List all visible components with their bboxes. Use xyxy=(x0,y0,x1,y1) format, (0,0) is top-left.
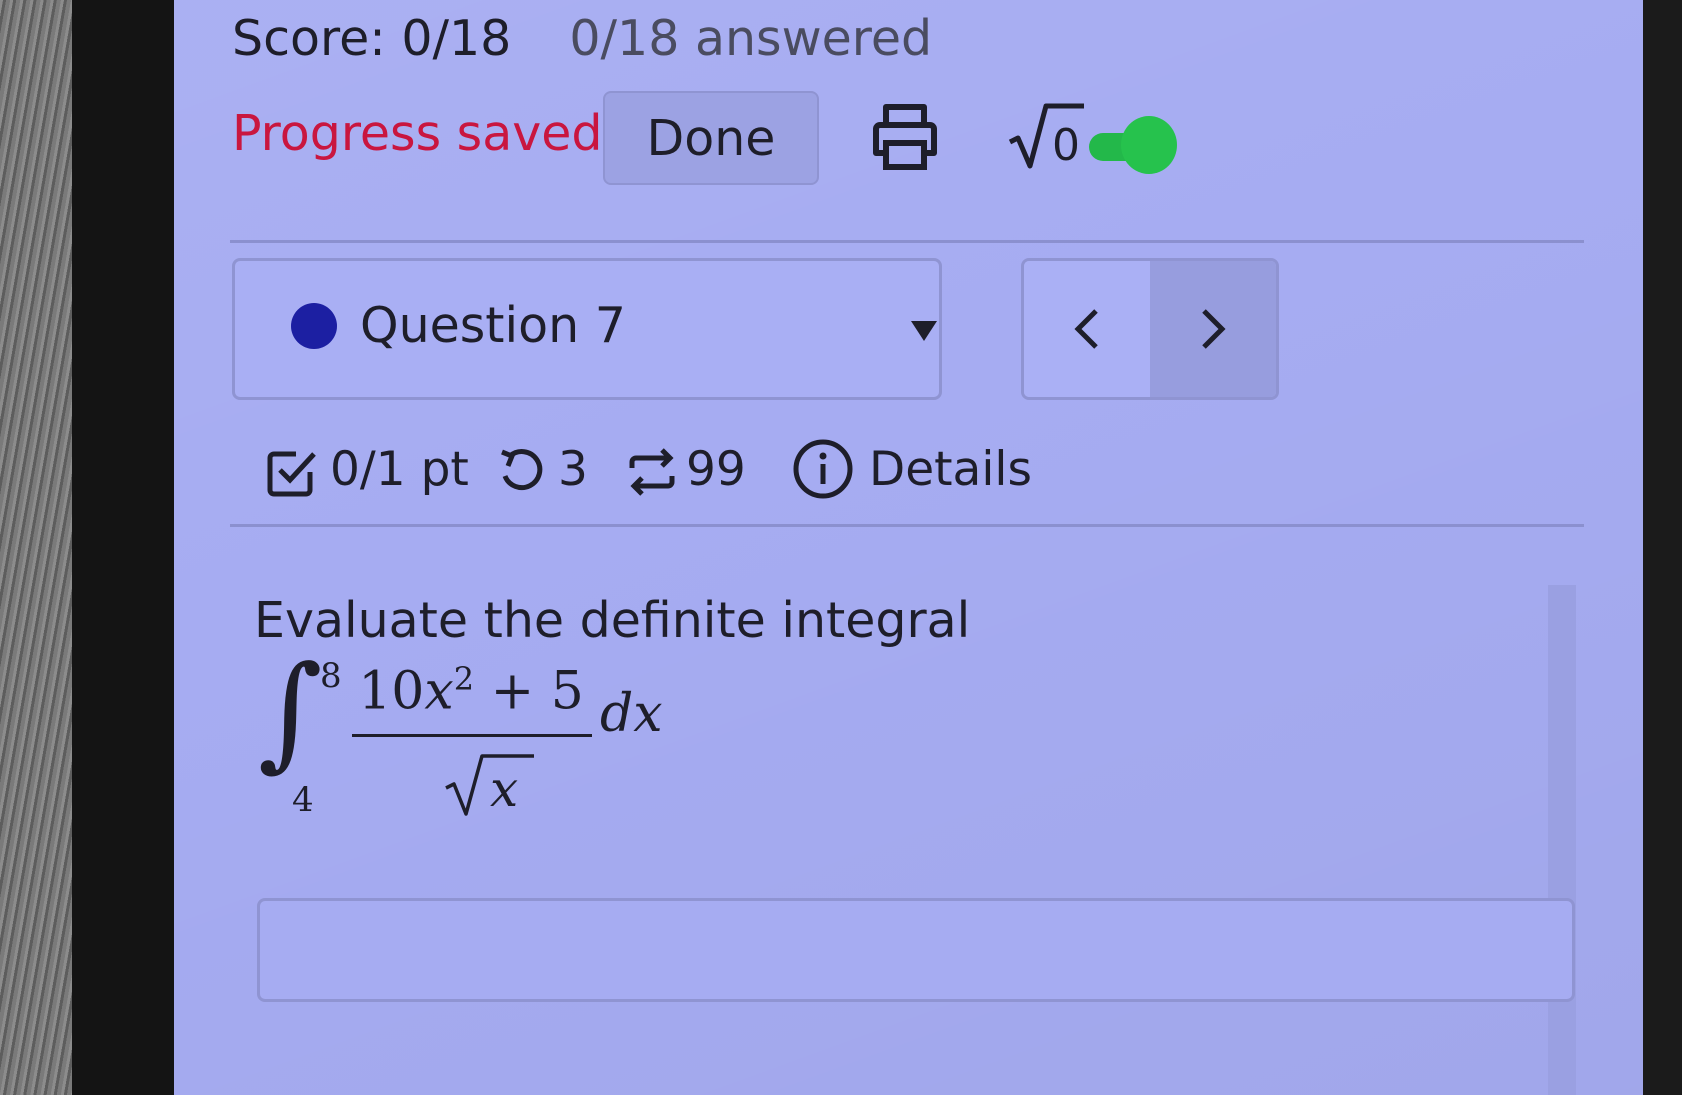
next-question-button[interactable] xyxy=(1150,261,1276,397)
desk-surface xyxy=(0,0,72,1095)
lower-limit: 4 xyxy=(292,780,314,820)
numerator: 10x2 + 5 xyxy=(358,660,584,722)
done-button[interactable]: Done xyxy=(603,91,819,185)
square-root-icon: 0 xyxy=(1008,103,1084,171)
attempts-count: 3 xyxy=(558,442,588,497)
screen: Score: 0/18 0/18 answered Progress saved … xyxy=(174,0,1643,1095)
meta-divider xyxy=(230,524,1584,527)
question-label: Question 7 xyxy=(360,297,626,354)
repeat-icon xyxy=(629,448,675,496)
retry-icon xyxy=(501,449,543,491)
progress-status: Progress saved xyxy=(232,105,603,162)
versions-count: 99 xyxy=(686,442,746,497)
integral-expression: ∫ 8 4 10x2 + 5 x dx xyxy=(258,650,878,835)
chevron-right-icon xyxy=(1202,309,1226,349)
math-input-toggle[interactable] xyxy=(1089,116,1177,174)
caret-down-icon xyxy=(911,321,937,341)
monitor-bezel-left xyxy=(72,0,174,1095)
differential: dx xyxy=(600,684,663,744)
question-selector[interactable]: Question 7 xyxy=(232,258,942,400)
fraction-bar xyxy=(352,734,592,737)
svg-text:0: 0 xyxy=(1052,120,1080,171)
answer-input[interactable] xyxy=(257,898,1575,1002)
details-link[interactable]: Details xyxy=(869,442,1032,497)
chevron-left-icon xyxy=(1074,309,1098,349)
denominator: x xyxy=(445,754,534,818)
answered-count: 0/18 answered xyxy=(569,10,933,67)
question-nav-buttons xyxy=(1021,258,1279,400)
previous-question-button[interactable] xyxy=(1024,261,1150,397)
points-text: 0/1 pt xyxy=(330,442,469,497)
print-icon[interactable] xyxy=(866,97,944,175)
problem-prompt: Evaluate the definite integral xyxy=(254,592,971,649)
scrollbar[interactable] xyxy=(1548,585,1576,1095)
toggle-knob xyxy=(1121,116,1177,174)
score-line: Score: 0/18 0/18 answered xyxy=(232,10,932,67)
integral-sign: ∫ xyxy=(258,640,323,784)
question-status-dot xyxy=(291,303,337,349)
score-text: Score: 0/18 xyxy=(232,10,512,67)
header-divider xyxy=(230,240,1584,243)
svg-text:x: x xyxy=(490,760,518,818)
monitor-bezel-right xyxy=(1643,0,1682,1095)
info-icon[interactable] xyxy=(792,438,854,500)
checkbox-icon xyxy=(267,451,316,497)
upper-limit: 8 xyxy=(320,656,342,696)
